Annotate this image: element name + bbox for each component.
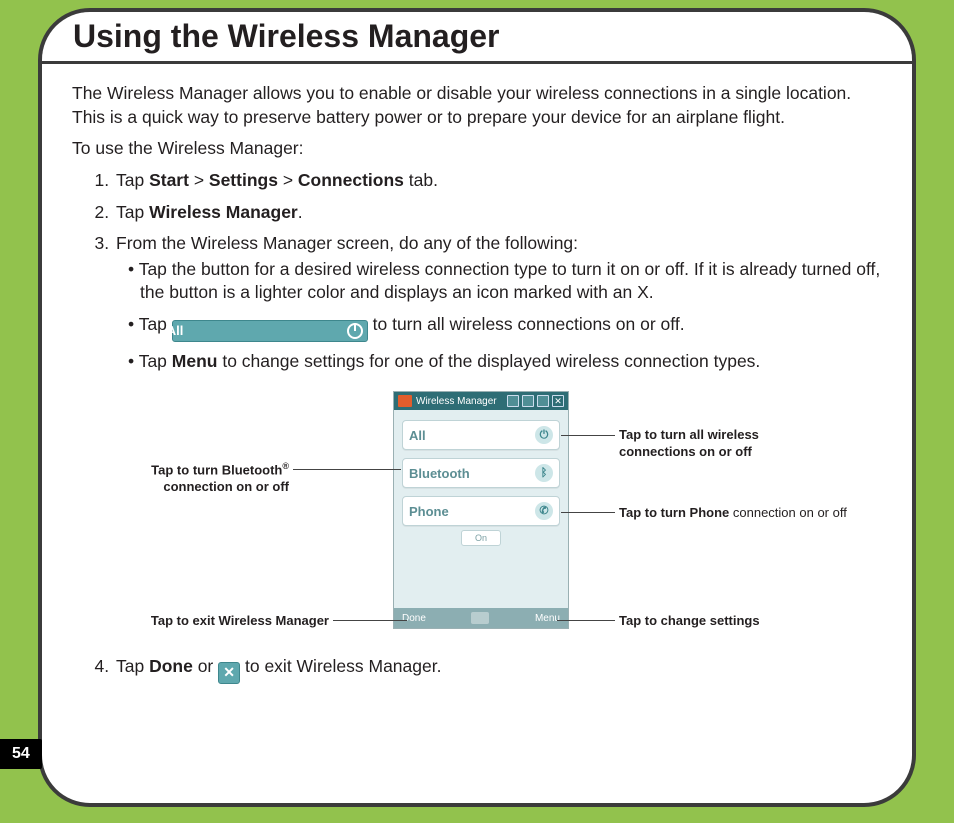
callout-all: Tap to turn all wireless connections on … xyxy=(619,427,759,460)
intro-paragraph: The Wireless Manager allows you to enabl… xyxy=(72,82,882,129)
page-number-tab: 54 xyxy=(0,739,42,769)
inline-all-label: All xyxy=(179,322,184,340)
power-icon xyxy=(347,323,363,339)
title-bar: Using the Wireless Manager xyxy=(38,8,916,64)
step-1: Tap Start > Settings > Connections tab. xyxy=(114,169,882,193)
phone-canvas: All ⏻ Bluetooth ᛒ Phone ✆ On xyxy=(394,410,568,608)
leader-line xyxy=(561,512,615,513)
page-title: Using the Wireless Manager xyxy=(73,18,500,55)
status-icon xyxy=(507,395,519,407)
phone-title: Wireless Manager xyxy=(416,395,497,409)
lead-in: To use the Wireless Manager: xyxy=(72,137,882,161)
softkey-menu[interactable]: Menu xyxy=(535,612,560,626)
diagram: Wireless Manager ✕ All ⏻ Blue xyxy=(87,391,867,651)
leader-line xyxy=(557,620,615,621)
step-3-bullet-2: Tap All to turn all wireless connections… xyxy=(128,313,882,342)
phone-button[interactable]: Phone ✆ xyxy=(402,496,560,526)
start-flag-icon xyxy=(398,395,412,407)
steps-list: Tap Start > Settings > Connections tab. … xyxy=(114,169,882,374)
bluetooth-icon: ᛒ xyxy=(535,464,553,482)
phone-icon: ✆ xyxy=(535,502,553,520)
callout-exit: Tap to exit Wireless Manager xyxy=(107,613,329,629)
power-icon: ⏻ xyxy=(535,426,553,444)
phone-mock: Wireless Manager ✕ All ⏻ Blue xyxy=(393,391,569,629)
all-button[interactable]: All ⏻ xyxy=(402,420,560,450)
callout-bluetooth: Tap to turn Bluetooth® connection on or … xyxy=(129,461,289,495)
on-chip: On xyxy=(461,530,501,546)
softkey-done[interactable]: Done xyxy=(402,612,426,626)
bluetooth-button-label: Bluetooth xyxy=(409,465,470,483)
steps-list-cont: Tap Done or ✕ to exit Wireless Manager. xyxy=(114,655,882,683)
step-3: From the Wireless Manager screen, do any… xyxy=(114,232,882,373)
step-3-bullets: Tap the button for a desired wireless co… xyxy=(128,258,882,374)
leader-line xyxy=(561,435,615,436)
step-3-bullet-3: Tap Menu to change settings for one of t… xyxy=(128,350,882,374)
inline-close-button[interactable]: ✕ xyxy=(218,662,240,684)
step-4: Tap Done or ✕ to exit Wireless Manager. xyxy=(114,655,882,683)
callout-settings: Tap to change settings xyxy=(619,613,760,629)
phone-status-bar: Wireless Manager ✕ xyxy=(394,392,568,410)
signal-icon xyxy=(522,395,534,407)
inline-all-button[interactable]: All xyxy=(172,320,368,342)
step-2: Tap Wireless Manager. xyxy=(114,201,882,225)
leader-line xyxy=(333,620,407,621)
title-inner: Using the Wireless Manager xyxy=(41,11,913,61)
body-text: The Wireless Manager allows you to enabl… xyxy=(72,82,882,684)
all-button-label: All xyxy=(409,427,426,445)
step-3-bullet-1: Tap the button for a desired wireless co… xyxy=(128,258,882,305)
status-icons: ✕ xyxy=(507,395,564,407)
callout-phone: Tap to turn Phone connection on or off xyxy=(619,505,847,521)
softkey-bar: Done Menu xyxy=(394,608,568,628)
bluetooth-button[interactable]: Bluetooth ᛒ xyxy=(402,458,560,488)
keyboard-icon[interactable] xyxy=(471,612,489,624)
leader-line xyxy=(293,469,401,470)
volume-icon xyxy=(537,395,549,407)
page-frame: Using the Wireless Manager The Wireless … xyxy=(38,8,916,807)
phone-button-label: Phone xyxy=(409,503,449,521)
close-icon[interactable]: ✕ xyxy=(552,395,564,407)
page-number: 54 xyxy=(12,745,30,762)
